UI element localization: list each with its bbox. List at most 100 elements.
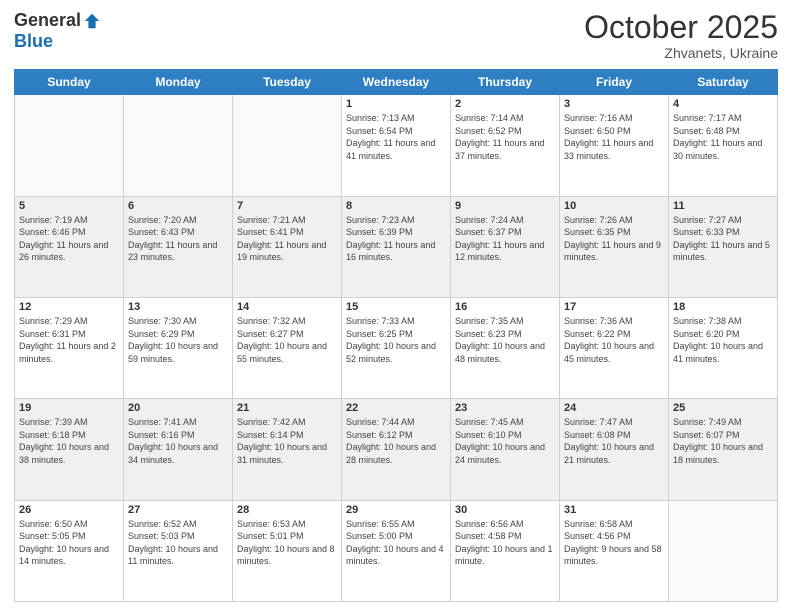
logo-general-text: General — [14, 10, 81, 31]
day-header-tuesday: Tuesday — [233, 70, 342, 95]
day-number: 17 — [564, 301, 664, 313]
day-info: Sunrise: 6:53 AMSunset: 5:01 PMDaylight:… — [237, 518, 337, 568]
calendar-cell: 6Sunrise: 7:20 AMSunset: 6:43 PMDaylight… — [124, 196, 233, 297]
calendar-cell: 16 Sunrise: 7:35 AMSunset: 6:23 PMDayligh… — [451, 297, 560, 398]
calendar-week-4: 19 Sunrise: 7:39 AMSunset: 6:18 PMDayligh… — [15, 399, 778, 500]
day-info: Sunrise: 6:50 AMSunset: 5:05 PMDaylight:… — [19, 518, 119, 568]
calendar-cell: 11 Sunrise: 7:27 AMSunset: 6:33 PMDayligh… — [669, 196, 778, 297]
calendar-cell: 8Sunrise: 7:23 AMSunset: 6:39 PMDaylight… — [342, 196, 451, 297]
day-number: 18 — [673, 301, 773, 313]
day-info: Sunrise: 7:45 AMSunset: 6:10 PMDaylight:… — [455, 416, 555, 466]
day-info: Sunrise: 7:42 AMSunset: 6:14 PMDaylight:… — [237, 416, 337, 466]
calendar-cell: 29Sunrise: 6:55 AMSunset: 5:00 PMDayligh… — [342, 500, 451, 601]
day-number: 12 — [19, 301, 119, 313]
day-info: Sunrise: 7:14 AMSunset: 6:52 PMDaylight:… — [455, 112, 555, 162]
day-number: 13 — [128, 301, 228, 313]
header: General Blue October 2025 Zhvanets, Ukra… — [14, 10, 778, 61]
calendar-cell: 26 Sunrise: 6:50 AMSunset: 5:05 PMDayligh… — [15, 500, 124, 601]
calendar-cell: 13 Sunrise: 7:30 AMSunset: 6:29 PMDayligh… — [124, 297, 233, 398]
day-number: 30 — [455, 504, 555, 516]
day-info: Sunrise: 6:58 AMSunset: 4:56 PMDaylight:… — [564, 518, 664, 568]
day-number: 19 — [19, 402, 119, 414]
day-number: 11 — [673, 200, 773, 212]
day-info: Sunrise: 7:27 AMSunset: 6:33 PMDaylight:… — [673, 214, 773, 264]
day-number: 21 — [237, 402, 337, 414]
calendar-cell: 12 Sunrise: 7:29 AMSunset: 6:31 PMDayligh… — [15, 297, 124, 398]
day-info: Sunrise: 7:16 AMSunset: 6:50 PMDaylight:… — [564, 112, 664, 162]
day-number: 23 — [455, 402, 555, 414]
day-header-sunday: Sunday — [15, 70, 124, 95]
day-number: 22 — [346, 402, 446, 414]
day-info: Sunrise: 7:47 AMSunset: 6:08 PMDaylight:… — [564, 416, 664, 466]
calendar-cell: 19 Sunrise: 7:39 AMSunset: 6:18 PMDayligh… — [15, 399, 124, 500]
month-title: October 2025 — [584, 10, 778, 45]
calendar-cell — [669, 500, 778, 601]
calendar-cell: 14 Sunrise: 7:32 AMSunset: 6:27 PMDayligh… — [233, 297, 342, 398]
header-right: October 2025 Zhvanets, Ukraine — [584, 10, 778, 61]
calendar-cell: 20 Sunrise: 7:41 AMSunset: 6:16 PMDayligh… — [124, 399, 233, 500]
calendar-week-1: 1Sunrise: 7:13 AMSunset: 6:54 PMDaylight… — [15, 95, 778, 196]
day-number: 9 — [455, 200, 555, 212]
calendar-cell: 24 Sunrise: 7:47 AMSunset: 6:08 PMDayligh… — [560, 399, 669, 500]
day-info: Sunrise: 7:21 AMSunset: 6:41 PMDaylight:… — [237, 214, 337, 264]
day-info: Sunrise: 7:32 AMSunset: 6:27 PMDaylight:… — [237, 315, 337, 365]
day-number: 5 — [19, 200, 119, 212]
calendar-week-2: 5 Sunrise: 7:19 AMSunset: 6:46 PMDaylight… — [15, 196, 778, 297]
day-number: 20 — [128, 402, 228, 414]
day-info: Sunrise: 7:30 AMSunset: 6:29 PMDaylight:… — [128, 315, 228, 365]
calendar-header-row: SundayMondayTuesdayWednesdayThursdayFrid… — [15, 70, 778, 95]
day-info: Sunrise: 6:55 AMSunset: 5:00 PMDaylight:… — [346, 518, 446, 568]
calendar-cell: 21 Sunrise: 7:42 AMSunset: 6:14 PMDayligh… — [233, 399, 342, 500]
day-number: 7 — [237, 200, 337, 212]
day-header-wednesday: Wednesday — [342, 70, 451, 95]
day-info: Sunrise: 7:23 AMSunset: 6:39 PMDaylight:… — [346, 214, 446, 264]
calendar-cell: 10 Sunrise: 7:26 AMSunset: 6:35 PMDayligh… — [560, 196, 669, 297]
day-number: 27 — [128, 504, 228, 516]
day-info: Sunrise: 7:38 AMSunset: 6:20 PMDaylight:… — [673, 315, 773, 365]
calendar-cell: 30Sunrise: 6:56 AMSunset: 4:58 PMDayligh… — [451, 500, 560, 601]
logo: General Blue — [14, 10, 101, 52]
calendar-table: SundayMondayTuesdayWednesdayThursdayFrid… — [14, 69, 778, 602]
day-number: 14 — [237, 301, 337, 313]
day-info: Sunrise: 7:44 AMSunset: 6:12 PMDaylight:… — [346, 416, 446, 466]
calendar-cell: 23 Sunrise: 7:45 AMSunset: 6:10 PMDayligh… — [451, 399, 560, 500]
calendar-cell: 4Sunrise: 7:17 AMSunset: 6:48 PMDaylight… — [669, 95, 778, 196]
calendar-cell: 27Sunrise: 6:52 AMSunset: 5:03 PMDayligh… — [124, 500, 233, 601]
calendar-cell — [233, 95, 342, 196]
day-number: 24 — [564, 402, 664, 414]
day-number: 31 — [564, 504, 664, 516]
day-number: 16 — [455, 301, 555, 313]
day-number: 10 — [564, 200, 664, 212]
day-info: Sunrise: 7:17 AMSunset: 6:48 PMDaylight:… — [673, 112, 773, 162]
day-header-thursday: Thursday — [451, 70, 560, 95]
day-info: Sunrise: 7:19 AMSunset: 6:46 PMDaylight:… — [19, 214, 119, 264]
calendar-cell: 31 Sunrise: 6:58 AMSunset: 4:56 PMDayligh… — [560, 500, 669, 601]
day-number: 2 — [455, 98, 555, 110]
day-info: Sunrise: 7:29 AMSunset: 6:31 PMDaylight:… — [19, 315, 119, 365]
calendar-cell: 28Sunrise: 6:53 AMSunset: 5:01 PMDayligh… — [233, 500, 342, 601]
day-info: Sunrise: 7:35 AMSunset: 6:23 PMDaylight:… — [455, 315, 555, 365]
calendar-cell: 9Sunrise: 7:24 AMSunset: 6:37 PMDaylight… — [451, 196, 560, 297]
day-info: Sunrise: 7:41 AMSunset: 6:16 PMDaylight:… — [128, 416, 228, 466]
calendar-cell: 2 Sunrise: 7:14 AMSunset: 6:52 PMDaylight… — [451, 95, 560, 196]
calendar-cell: 18 Sunrise: 7:38 AMSunset: 6:20 PMDayligh… — [669, 297, 778, 398]
logo-icon — [83, 12, 101, 30]
calendar-cell: 7 Sunrise: 7:21 AMSunset: 6:41 PMDaylight… — [233, 196, 342, 297]
day-info: Sunrise: 7:26 AMSunset: 6:35 PMDaylight:… — [564, 214, 664, 264]
calendar-cell: 5 Sunrise: 7:19 AMSunset: 6:46 PMDaylight… — [15, 196, 124, 297]
day-number: 1 — [346, 98, 446, 110]
day-number: 25 — [673, 402, 773, 414]
day-header-monday: Monday — [124, 70, 233, 95]
calendar-cell — [15, 95, 124, 196]
day-info: Sunrise: 7:36 AMSunset: 6:22 PMDaylight:… — [564, 315, 664, 365]
calendar-cell: 25 Sunrise: 7:49 AMSunset: 6:07 PMDayligh… — [669, 399, 778, 500]
calendar-cell: 1Sunrise: 7:13 AMSunset: 6:54 PMDaylight… — [342, 95, 451, 196]
calendar-cell: 17 Sunrise: 7:36 AMSunset: 6:22 PMDayligh… — [560, 297, 669, 398]
calendar-week-3: 12 Sunrise: 7:29 AMSunset: 6:31 PMDayligh… — [15, 297, 778, 398]
day-number: 26 — [19, 504, 119, 516]
calendar-week-5: 26 Sunrise: 6:50 AMSunset: 5:05 PMDayligh… — [15, 500, 778, 601]
day-info: Sunrise: 7:39 AMSunset: 6:18 PMDaylight:… — [19, 416, 119, 466]
day-header-saturday: Saturday — [669, 70, 778, 95]
day-info: Sunrise: 7:49 AMSunset: 6:07 PMDaylight:… — [673, 416, 773, 466]
calendar-cell: 22 Sunrise: 7:44 AMSunset: 6:12 PMDayligh… — [342, 399, 451, 500]
